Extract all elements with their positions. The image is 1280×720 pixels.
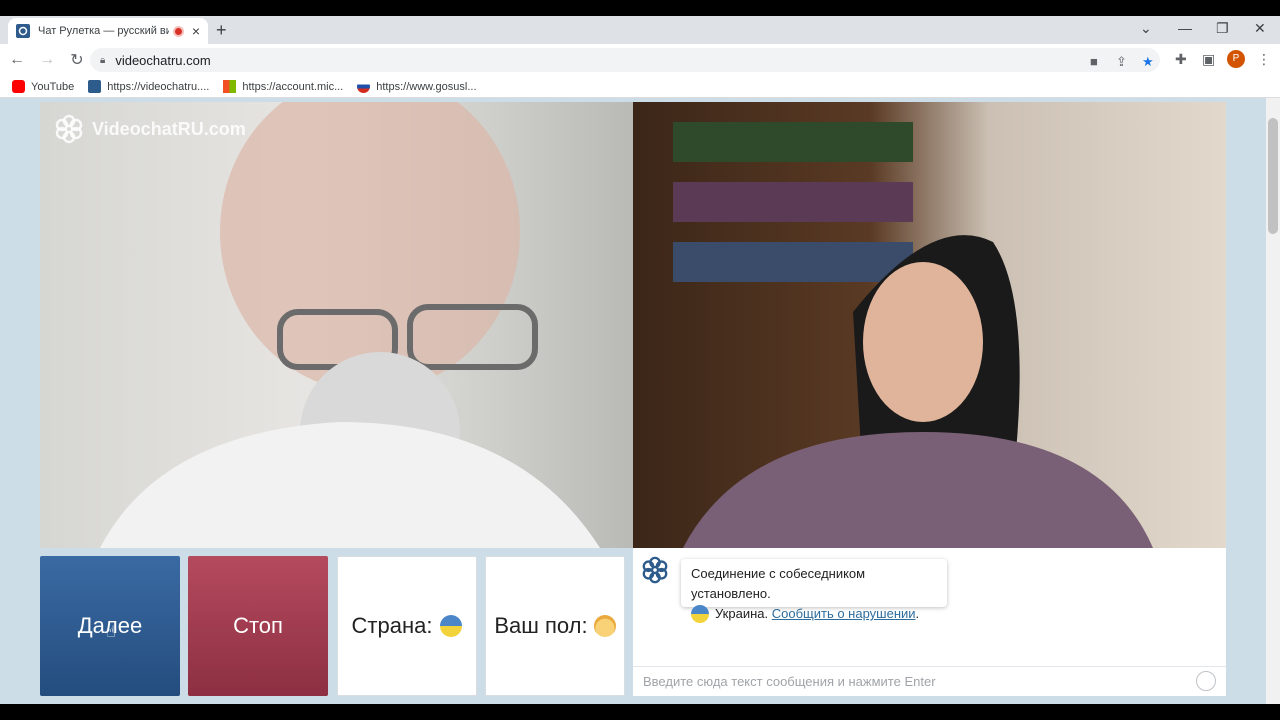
remote-video-figure [100, 102, 600, 548]
back-icon[interactable]: ← [4, 51, 30, 69]
reload-icon[interactable]: ↻ [64, 50, 90, 70]
new-tab-button[interactable]: + [216, 20, 227, 41]
camera-icon[interactable]: ■ [1090, 54, 1098, 69]
youtube-icon [12, 80, 25, 93]
restore-icon[interactable]: ❐ [1216, 20, 1229, 37]
address-bar[interactable]: 🔒︎ videochatru.com ■ ⇪ ★ [90, 48, 1160, 72]
site-logo[interactable]: VideochatRU.com [54, 114, 246, 144]
system-message: Соединение с собеседником установлено. У… [681, 559, 947, 623]
minimize-icon[interactable]: — [1178, 20, 1192, 36]
emoji-picker-icon[interactable] [1196, 671, 1216, 691]
female-face-icon [593, 615, 616, 637]
country-selector[interactable]: Страна: [337, 556, 477, 696]
share-icon[interactable]: ⇪ [1116, 54, 1127, 70]
extensions-icon[interactable]: ✚ [1175, 51, 1187, 68]
report-period: . [915, 606, 920, 621]
mouse-cursor-icon: ☝ [106, 624, 116, 641]
window-close-icon[interactable]: ✕ [1254, 20, 1266, 37]
chat-bot-logo-icon [642, 556, 668, 584]
partner-country: Украина. [715, 606, 769, 621]
stop-button[interactable]: Стоп [188, 556, 328, 696]
gosuslugi-icon [357, 80, 371, 93]
bookmark-gosuslugi[interactable]: https://www.gosusl... [357, 80, 477, 93]
scrollbar-thumb[interactable] [1268, 118, 1278, 234]
side-panel-icon[interactable]: ▣ [1202, 51, 1215, 68]
lock-icon: 🔒︎ [100, 54, 106, 66]
bookmarks-bar: YouTube https://videochatru.... https://… [0, 76, 1280, 98]
bookmark-microsoft[interactable]: https://account.mic... [223, 80, 343, 93]
tab-search-icon[interactable]: ⌄ [1140, 20, 1152, 37]
menu-icon[interactable]: ⋮ [1257, 51, 1271, 68]
flower-logo-icon [55, 114, 83, 144]
remote-video [40, 102, 633, 548]
screen-top-bar [0, 0, 1280, 16]
recording-indicator-icon [172, 25, 184, 37]
ukraine-flag-icon [440, 615, 463, 637]
tab-title: Чат Рулетка — русский вид [38, 25, 169, 37]
url-text: videochatru.com [115, 52, 211, 68]
tab-close-icon[interactable]: × [192, 23, 200, 39]
profile-avatar[interactable]: P [1227, 50, 1245, 68]
gender-selector[interactable]: Ваш пол: [485, 556, 625, 696]
videochat-favicon-icon [16, 24, 30, 38]
bookmark-youtube[interactable]: YouTube [12, 80, 74, 93]
chat-message-input[interactable]: Введите сюда текст сообщения и нажмите E… [633, 666, 1226, 696]
forward-icon[interactable]: → [34, 51, 60, 69]
local-video-figure [673, 122, 1153, 548]
browser-tab[interactable]: Чат Рулетка — русский вид × [8, 18, 208, 44]
screen-bottom-bar [0, 704, 1280, 720]
bookmark-star-icon[interactable]: ★ [1142, 54, 1154, 70]
local-video [633, 102, 1226, 548]
gender-label: Ваш пол: [494, 613, 588, 638]
report-link[interactable]: Сообщить о нарушении [772, 604, 916, 624]
browser-toolbar: ← → ↻ 🔒︎ videochatru.com ■ ⇪ ★ [0, 44, 1280, 76]
videochat-icon [88, 80, 102, 93]
tab-strip: Чат Рулетка — русский вид × + ⌄ — ❐ ✕ [0, 16, 1280, 44]
country-label: Страна: [351, 613, 433, 638]
ukraine-flag-icon [691, 605, 709, 623]
connection-message: Соединение с собеседником установлено. [691, 566, 866, 601]
logo-text: VideochatRU.com [92, 118, 246, 139]
microsoft-icon [223, 80, 237, 93]
bookmark-videochat[interactable]: https://videochatru.... [88, 80, 209, 93]
